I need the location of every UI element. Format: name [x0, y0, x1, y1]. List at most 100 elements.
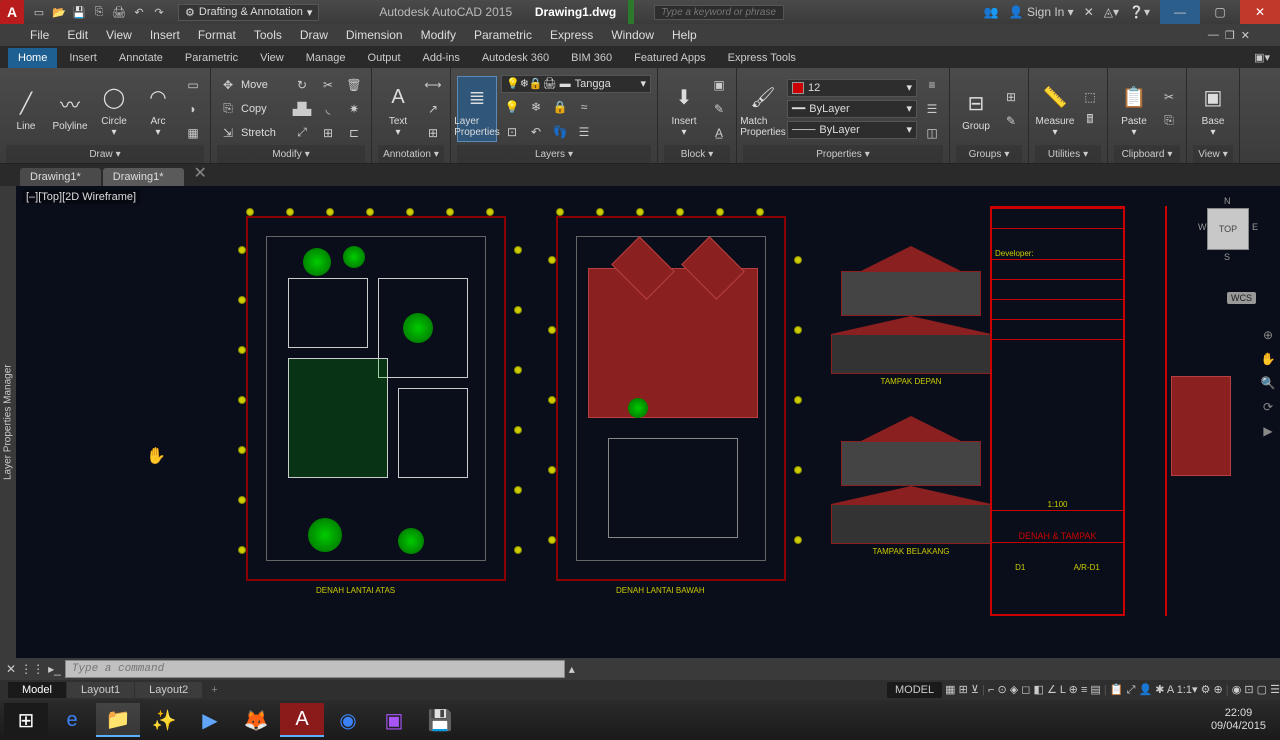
- isolate-icon[interactable]: ⊡: [1244, 684, 1253, 696]
- file-tab-1[interactable]: Drawing1*: [20, 168, 101, 186]
- redo-icon[interactable]: ↷: [150, 3, 168, 21]
- task-explorer-icon[interactable]: 📁: [96, 703, 140, 737]
- layout-layout2[interactable]: Layout2: [135, 682, 202, 698]
- help-search-input[interactable]: [654, 5, 784, 20]
- polyline-button[interactable]: 〰Polyline: [50, 76, 90, 142]
- lwt-icon[interactable]: ≡: [1081, 684, 1087, 696]
- mirror-icon[interactable]: ▟▙: [291, 98, 313, 120]
- help-icon[interactable]: ❔▾: [1129, 5, 1150, 19]
- ws-switch-icon[interactable]: ⚙: [1201, 684, 1211, 696]
- match-properties-button[interactable]: 🖌Match Properties: [743, 76, 783, 142]
- leader-icon[interactable]: ↗: [422, 98, 444, 120]
- explode-icon[interactable]: ✷: [343, 98, 365, 120]
- edit-block-icon[interactable]: ✎: [708, 98, 730, 120]
- orbit-icon[interactable]: ⟳: [1259, 398, 1277, 416]
- menu-edit[interactable]: Edit: [67, 28, 88, 42]
- menu-help[interactable]: Help: [672, 28, 697, 42]
- ellipse-icon[interactable]: ◗: [182, 98, 204, 120]
- offset-icon[interactable]: ⊏: [343, 122, 365, 144]
- file-tab-2[interactable]: Drawing1*: [103, 168, 184, 186]
- task-app3-icon[interactable]: ▣: [372, 703, 416, 737]
- create-block-icon[interactable]: ▣: [708, 74, 730, 96]
- open-icon[interactable]: 📂: [50, 3, 68, 21]
- menu-format[interactable]: Format: [198, 28, 236, 42]
- move-icon[interactable]: ✥: [217, 74, 239, 96]
- maximize-button[interactable]: ▢: [1200, 0, 1240, 24]
- ribtab-express[interactable]: Express Tools: [718, 48, 806, 68]
- people-icon[interactable]: 👤: [1138, 684, 1152, 696]
- sc-icon[interactable]: ⤢: [1127, 684, 1136, 696]
- viewport-label[interactable]: [–][Top][2D Wireframe]: [22, 190, 140, 204]
- menu-parametric[interactable]: Parametric: [474, 28, 532, 42]
- ribtab-addins[interactable]: Add-ins: [413, 48, 470, 68]
- anno-scale[interactable]: 1:1: [1177, 684, 1192, 696]
- dimension-icon[interactable]: ⟷: [422, 74, 444, 96]
- pan-icon[interactable]: ✋: [1259, 350, 1277, 368]
- layout-layout1[interactable]: Layout1: [67, 682, 134, 698]
- status-model-pill[interactable]: MODEL: [887, 682, 942, 698]
- qp-icon[interactable]: 📋: [1110, 684, 1124, 696]
- ribtab-manage[interactable]: Manage: [296, 48, 356, 68]
- fullnav-icon[interactable]: ⊕: [1259, 326, 1277, 344]
- ribtab-bim360[interactable]: BIM 360: [561, 48, 622, 68]
- copy-clip-icon[interactable]: ⎘: [1158, 110, 1180, 132]
- cut-icon[interactable]: ✂: [1158, 86, 1180, 108]
- paste-button[interactable]: 📋Paste▾: [1114, 76, 1154, 142]
- ungroup-icon[interactable]: ⊞: [1000, 86, 1022, 108]
- menu-view[interactable]: View: [106, 28, 132, 42]
- erase-icon[interactable]: 🗑: [343, 74, 365, 96]
- anno-vis-icon[interactable]: ✱: [1155, 684, 1164, 696]
- new-file-tab[interactable]: ✕: [186, 160, 215, 186]
- task-app1-icon[interactable]: ✨: [142, 703, 186, 737]
- cmd-handle-icon[interactable]: ⋮⋮: [20, 662, 44, 676]
- doc-restore-button[interactable]: ❐: [1225, 29, 1235, 42]
- layer-walk-icon[interactable]: 👣: [549, 121, 571, 143]
- plot-icon[interactable]: 🖨: [110, 3, 128, 21]
- menu-express[interactable]: Express: [550, 28, 593, 42]
- copy-label[interactable]: Copy: [241, 103, 267, 115]
- stretch-icon[interactable]: ⇲: [217, 122, 239, 144]
- ducs-icon[interactable]: L: [1060, 684, 1066, 696]
- quick-calc-icon[interactable]: 🖩: [1079, 110, 1101, 132]
- layer-match-icon[interactable]: ≈: [573, 96, 595, 118]
- menu-file[interactable]: File: [30, 28, 49, 42]
- otrack-icon[interactable]: ∠: [1047, 684, 1057, 696]
- anno-auto-icon[interactable]: A: [1167, 684, 1174, 696]
- ribtab-a360[interactable]: Autodesk 360: [472, 48, 559, 68]
- doc-minimize-button[interactable]: —: [1208, 29, 1219, 42]
- menu-insert[interactable]: Insert: [150, 28, 180, 42]
- circle-button[interactable]: ◯Circle▾: [94, 76, 134, 142]
- layer-iso-icon[interactable]: ⊡: [501, 121, 523, 143]
- layer-lock-icon[interactable]: 🔒: [549, 96, 571, 118]
- task-app2-icon[interactable]: ▶: [188, 703, 232, 737]
- task-save-icon[interactable]: 💾: [418, 703, 462, 737]
- dyn-icon[interactable]: ⊕: [1069, 684, 1078, 696]
- clean-screen-icon[interactable]: ▢: [1257, 684, 1267, 696]
- osnap-icon[interactable]: ◻: [1021, 684, 1030, 696]
- ribbon-collapse-button[interactable]: ▣▾: [1244, 47, 1280, 68]
- exchange-icon[interactable]: ✕: [1084, 5, 1094, 19]
- edit-attr-icon[interactable]: A̲: [708, 122, 730, 144]
- ribtab-output[interactable]: Output: [358, 48, 411, 68]
- system-clock[interactable]: 22:09 09/04/2015: [1201, 707, 1276, 733]
- menu-window[interactable]: Window: [611, 28, 654, 42]
- ribtab-home[interactable]: Home: [8, 48, 57, 68]
- ribtab-insert[interactable]: Insert: [59, 48, 107, 68]
- infocenter-icon[interactable]: 👥: [984, 5, 999, 19]
- cmd-close-icon[interactable]: ✕: [6, 662, 16, 676]
- layout-add-button[interactable]: +: [203, 682, 225, 698]
- measure-button[interactable]: 📏Measure▾: [1035, 76, 1075, 142]
- layout-model[interactable]: Model: [8, 682, 66, 698]
- copy-icon[interactable]: ⎘: [217, 98, 239, 120]
- ribtab-annotate[interactable]: Annotate: [109, 48, 173, 68]
- fillet-icon[interactable]: ◟: [317, 98, 339, 120]
- task-ie-icon[interactable]: e: [50, 703, 94, 737]
- table-icon[interactable]: ⊞: [422, 122, 444, 144]
- customize-icon[interactable]: ☰: [1270, 684, 1280, 696]
- layer-state-icon[interactable]: ☰: [573, 121, 595, 143]
- layer-properties-button[interactable]: ≣Layer Properties: [457, 76, 497, 142]
- tpy-icon[interactable]: ▤: [1090, 684, 1100, 696]
- move-label[interactable]: Move: [241, 79, 268, 91]
- new-icon[interactable]: ▭: [30, 3, 48, 21]
- trim-icon[interactable]: ✂: [317, 74, 339, 96]
